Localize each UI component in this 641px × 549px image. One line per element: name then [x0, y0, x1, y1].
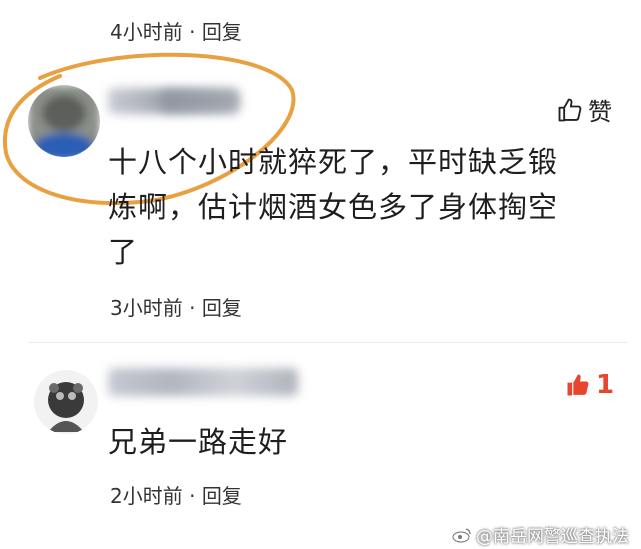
like-count: 1 — [596, 370, 615, 400]
watermark-text: @南岳网警巡查执法 — [476, 527, 629, 547]
reply-button[interactable]: 回复 — [202, 484, 242, 508]
like-label: 赞 — [588, 98, 612, 126]
blurred-username[interactable] — [108, 368, 298, 396]
avatar[interactable] — [34, 370, 98, 434]
separator: · — [189, 296, 196, 320]
comment-line: 兄弟一路走好 — [108, 425, 289, 459]
lion-statue-avatar-image — [34, 370, 98, 434]
comment-line: 十八个小时就猝死了，平时缺乏锻 — [108, 145, 559, 179]
thumbs-up-filled-red-icon — [567, 374, 589, 396]
comment-meta: 3小时前 · 回复 — [110, 292, 242, 321]
like-button[interactable]: 赞 — [556, 92, 612, 127]
blurred-username-part — [160, 90, 240, 112]
comment-body: 兄弟一路走好 — [108, 420, 288, 465]
reply-button[interactable]: 回复 — [202, 296, 242, 320]
comment-line: 了 — [108, 235, 139, 269]
separator: · — [189, 484, 196, 508]
comment-meta: 2小时前 · 回复 — [110, 480, 242, 509]
timestamp: 3小时前 — [110, 296, 183, 320]
watermark: @南岳网警巡查执法 — [452, 522, 629, 547]
divider — [28, 342, 628, 343]
comment-body: 十八个小时就猝死了，平时缺乏锻 炼啊，估计烟酒女色多了身体掏空 了 — [108, 140, 628, 275]
thumbs-up-outline-icon — [558, 98, 582, 121]
like-button[interactable]: 1 — [564, 370, 614, 400]
comment-line: 炼啊，估计烟酒女色多了身体掏空 — [108, 190, 559, 224]
avatar[interactable] — [28, 85, 100, 157]
weibo-icon — [452, 527, 471, 542]
timestamp: 2小时前 — [110, 484, 183, 508]
blurred-avatar-image — [28, 85, 100, 157]
